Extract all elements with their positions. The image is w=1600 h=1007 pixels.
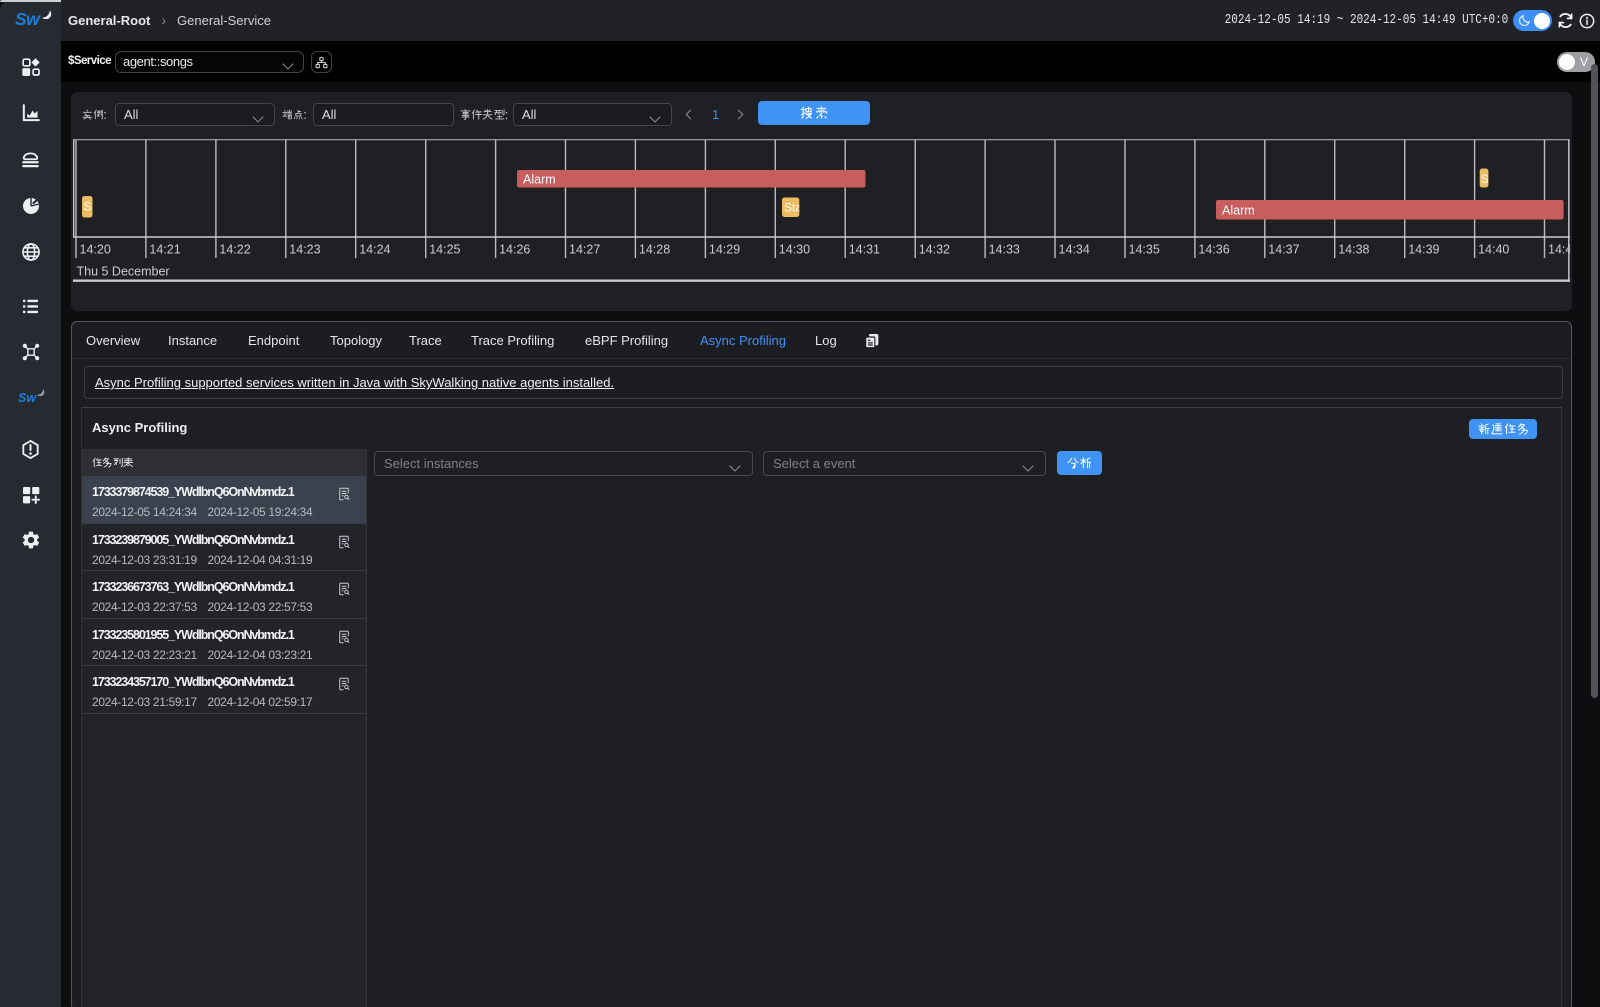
- svg-text:14:29: 14:29: [709, 243, 740, 257]
- svg-text:14:26: 14:26: [499, 243, 530, 257]
- svg-text:14:28: 14:28: [639, 243, 670, 257]
- svg-text:14:33: 14:33: [989, 243, 1020, 257]
- svg-text:S: S: [84, 200, 92, 214]
- svg-text:14:25: 14:25: [429, 243, 460, 257]
- svg-text:14:31: 14:31: [849, 243, 880, 257]
- svg-text:Thu 5 December: Thu 5 December: [77, 265, 170, 279]
- svg-text:14:39: 14:39: [1408, 243, 1439, 257]
- svg-text:14:37: 14:37: [1268, 243, 1299, 257]
- svg-text:14:34: 14:34: [1059, 243, 1090, 257]
- svg-text:Alarm: Alarm: [523, 173, 556, 187]
- svg-text:14:32: 14:32: [919, 243, 950, 257]
- svg-text:Alarm: Alarm: [1222, 204, 1255, 218]
- svg-text:14:24: 14:24: [359, 243, 390, 257]
- svg-text:S: S: [1481, 172, 1489, 186]
- svg-text:14:38: 14:38: [1338, 243, 1369, 257]
- svg-text:14:30: 14:30: [779, 243, 810, 257]
- svg-text:14:20: 14:20: [80, 243, 111, 257]
- svg-text:14:36: 14:36: [1198, 243, 1229, 257]
- svg-text:14:41: 14:41: [1548, 243, 1570, 257]
- svg-text:14:35: 14:35: [1129, 243, 1160, 257]
- svg-text:14:40: 14:40: [1478, 243, 1509, 257]
- svg-text:14:23: 14:23: [289, 243, 320, 257]
- svg-text:14:27: 14:27: [569, 243, 600, 257]
- svg-text:14:22: 14:22: [219, 243, 250, 257]
- svg-text:14:21: 14:21: [149, 243, 180, 257]
